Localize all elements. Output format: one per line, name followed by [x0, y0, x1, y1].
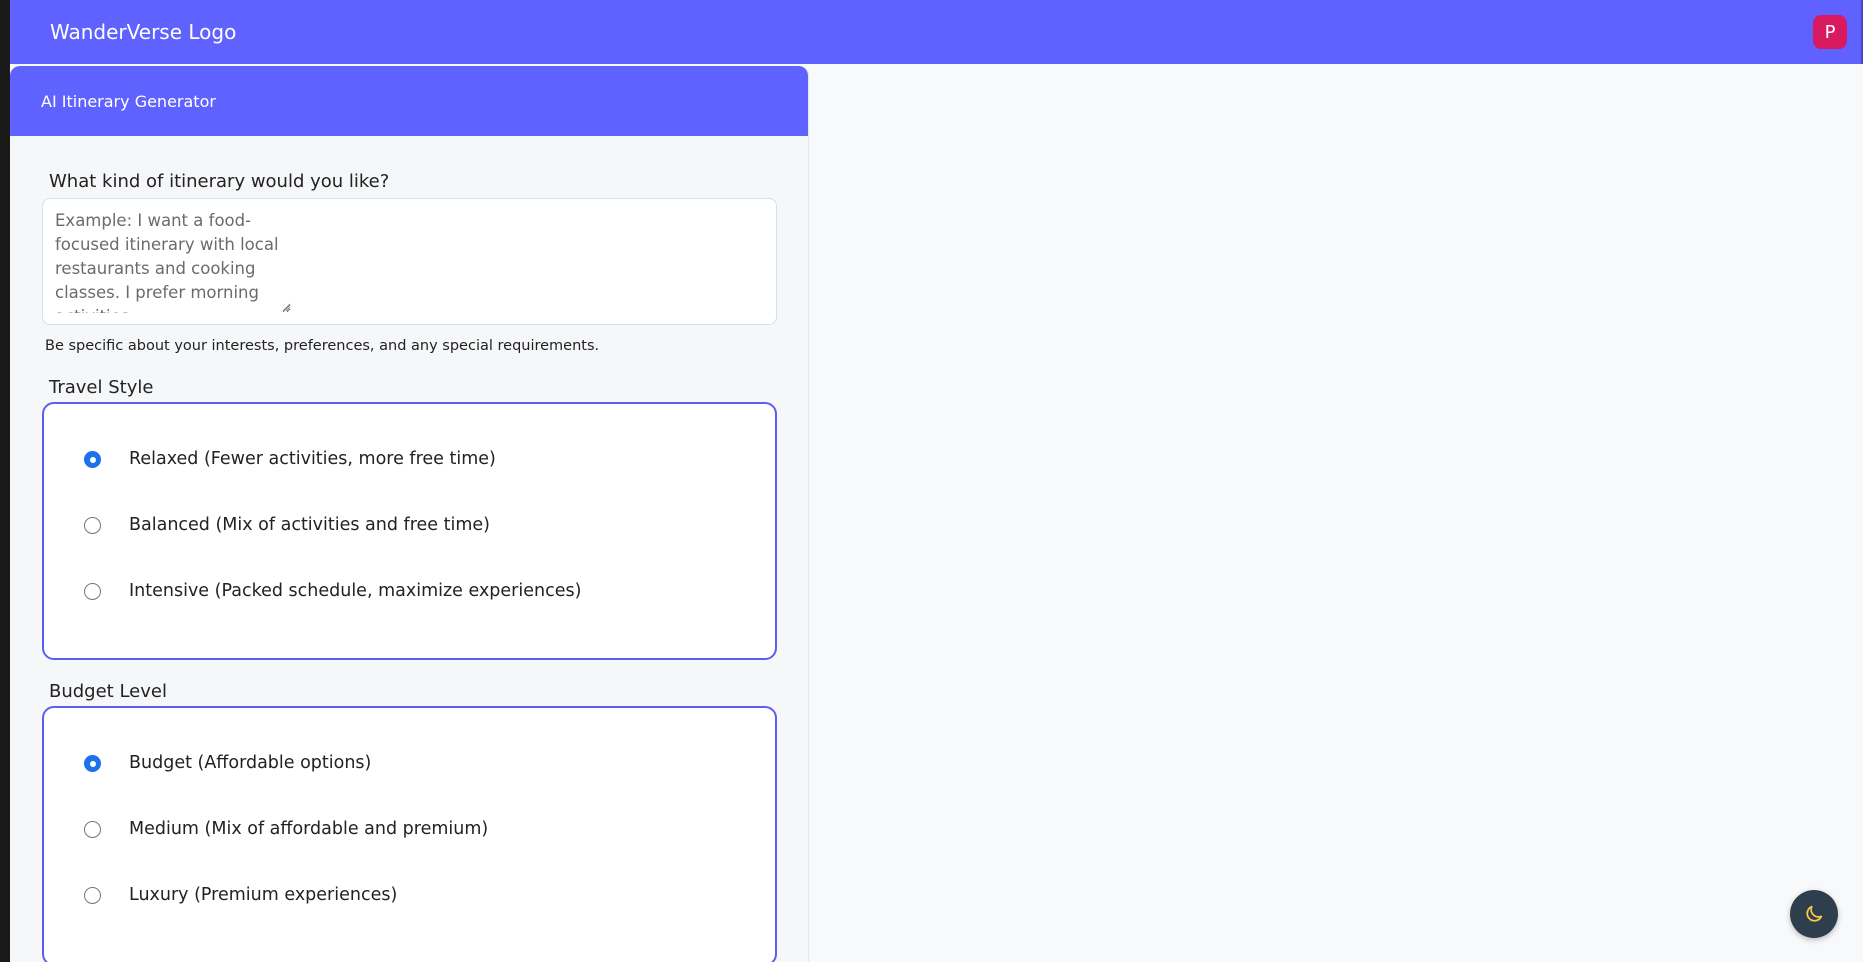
window-edge [0, 0, 10, 962]
travel-style-option-relaxed[interactable]: Relaxed (Fewer activities, more free tim… [44, 444, 775, 474]
brand-logo[interactable]: WanderVerse Logo [50, 20, 236, 44]
radio-relaxed[interactable] [84, 451, 101, 468]
option-label: Luxury (Premium experiences) [129, 885, 398, 905]
radio-balanced[interactable] [84, 517, 101, 534]
user-avatar[interactable]: P [1813, 15, 1847, 49]
option-label: Balanced (Mix of activities and free tim… [129, 515, 490, 535]
resize-grip-icon[interactable] [281, 302, 291, 312]
budget-option-luxury[interactable]: Luxury (Premium experiences) [44, 880, 775, 910]
prompt-hint: Be specific about your interests, prefer… [45, 338, 600, 354]
option-label: Relaxed (Fewer activities, more free tim… [129, 449, 496, 469]
prompt-field-container [42, 198, 777, 325]
itinerary-generator-panel: AI Itinerary Generator What kind of itin… [10, 66, 809, 962]
moon-icon [1806, 905, 1823, 922]
itinerary-prompt-input[interactable] [55, 209, 291, 313]
theme-toggle-button[interactable] [1790, 890, 1838, 938]
travel-style-radio-group: Relaxed (Fewer activities, more free tim… [42, 402, 777, 660]
radio-intensive[interactable] [84, 583, 101, 600]
radio-medium[interactable] [84, 821, 101, 838]
budget-level-radio-group: Budget (Affordable options) Medium (Mix … [42, 706, 777, 962]
option-label: Budget (Affordable options) [129, 753, 372, 773]
travel-style-label: Travel Style [49, 377, 154, 398]
radio-luxury[interactable] [84, 887, 101, 904]
travel-style-option-intensive[interactable]: Intensive (Packed schedule, maximize exp… [44, 576, 775, 606]
prompt-label: What kind of itinerary would you like? [49, 171, 390, 192]
budget-option-budget[interactable]: Budget (Affordable options) [44, 748, 775, 778]
panel-title: AI Itinerary Generator [41, 91, 216, 111]
radio-budget[interactable] [84, 755, 101, 772]
budget-option-medium[interactable]: Medium (Mix of affordable and premium) [44, 814, 775, 844]
panel-header: AI Itinerary Generator [10, 66, 808, 136]
option-label: Medium (Mix of affordable and premium) [129, 819, 489, 839]
top-navbar: WanderVerse Logo P [10, 0, 1863, 64]
budget-level-label: Budget Level [49, 681, 167, 702]
option-label: Intensive (Packed schedule, maximize exp… [129, 581, 582, 601]
travel-style-option-balanced[interactable]: Balanced (Mix of activities and free tim… [44, 510, 775, 540]
